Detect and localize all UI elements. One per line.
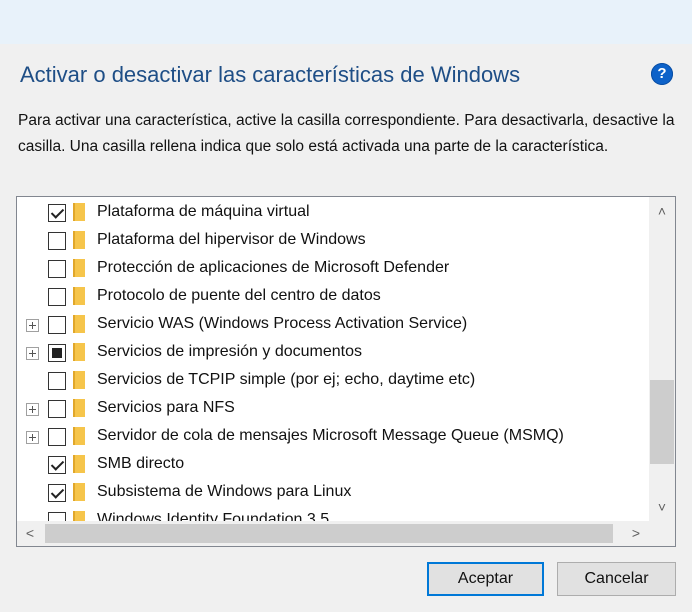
dialog-heading: Activar o desactivar las características… bbox=[20, 62, 521, 87]
feature-row[interactable]: Servidor de cola de mensajes Microsoft M… bbox=[17, 423, 649, 451]
cancel-button[interactable]: Cancelar bbox=[557, 562, 676, 596]
folder-icon bbox=[73, 343, 85, 361]
accept-button[interactable]: Aceptar bbox=[427, 562, 544, 596]
help-icon[interactable]: ? bbox=[651, 63, 673, 85]
dialog-description: Para activar una característica, active … bbox=[18, 112, 675, 155]
folder-icon bbox=[73, 511, 85, 521]
feature-label: Protección de aplicaciones de Microsoft … bbox=[97, 259, 450, 276]
feature-label: Windows Identity Foundation 3.5 bbox=[97, 511, 330, 521]
feature-label: Protocolo de puente del centro de datos bbox=[97, 287, 381, 304]
expand-icon[interactable] bbox=[26, 347, 39, 360]
feature-row[interactable]: Servicios de TCPIP simple (por ej; echo,… bbox=[17, 367, 649, 395]
feature-row[interactable]: Servicio WAS (Windows Process Activation… bbox=[17, 311, 649, 339]
features-list: Plataforma de máquina virtual Plataforma … bbox=[17, 197, 649, 521]
folder-icon bbox=[73, 259, 85, 277]
expand-icon[interactable] bbox=[26, 431, 39, 444]
feature-checkbox[interactable] bbox=[48, 372, 66, 390]
feature-label: Servidor de cola de mensajes Microsoft M… bbox=[97, 427, 564, 444]
horizontal-scrollbar[interactable]: ˂ ˃ bbox=[17, 521, 649, 546]
feature-checkbox[interactable] bbox=[48, 484, 66, 502]
feature-checkbox[interactable] bbox=[48, 456, 66, 474]
expand-icon[interactable] bbox=[26, 319, 39, 332]
scroll-right-icon[interactable]: ˃ bbox=[623, 525, 649, 541]
feature-checkbox[interactable] bbox=[48, 204, 66, 222]
folder-icon bbox=[73, 203, 85, 221]
feature-row[interactable]: Protección de aplicaciones de Microsoft … bbox=[17, 255, 649, 283]
feature-label: Servicios de TCPIP simple (por ej; echo,… bbox=[97, 371, 476, 388]
folder-icon bbox=[73, 455, 85, 473]
feature-checkbox[interactable] bbox=[48, 260, 66, 278]
title-bar bbox=[0, 0, 692, 44]
features-tree[interactable]: Plataforma de máquina virtual Plataforma … bbox=[16, 196, 676, 547]
feature-row[interactable]: Plataforma del hipervisor de Windows bbox=[17, 227, 649, 255]
folder-icon bbox=[73, 427, 85, 445]
feature-checkbox[interactable] bbox=[48, 512, 66, 521]
feature-label: Plataforma del hipervisor de Windows bbox=[97, 231, 366, 248]
folder-icon bbox=[73, 315, 85, 333]
scroll-down-icon[interactable]: ˅ bbox=[649, 499, 675, 515]
vertical-scroll-thumb[interactable] bbox=[650, 380, 674, 464]
vertical-scrollbar[interactable]: ˄ ˅ bbox=[649, 197, 675, 521]
feature-label: Servicio WAS (Windows Process Activation… bbox=[97, 315, 468, 332]
feature-row[interactable]: Protocolo de puente del centro de datos bbox=[17, 283, 649, 311]
feature-checkbox[interactable] bbox=[48, 232, 66, 250]
folder-icon bbox=[73, 399, 85, 417]
folder-icon bbox=[73, 231, 85, 249]
feature-row[interactable]: Plataforma de máquina virtual bbox=[17, 199, 649, 227]
feature-checkbox[interactable] bbox=[48, 288, 66, 306]
feature-checkbox[interactable] bbox=[48, 428, 66, 446]
scroll-up-icon[interactable]: ˄ bbox=[649, 203, 675, 219]
feature-label: Subsistema de Windows para Linux bbox=[97, 483, 352, 500]
scroll-corner bbox=[649, 521, 675, 546]
feature-checkbox[interactable] bbox=[48, 400, 66, 418]
feature-label: SMB directo bbox=[97, 455, 185, 472]
feature-label: Servicios de impresión y documentos bbox=[97, 343, 363, 360]
feature-row[interactable]: Servicios para NFS bbox=[17, 395, 649, 423]
feature-label: Servicios para NFS bbox=[97, 399, 235, 416]
feature-row[interactable]: Subsistema de Windows para Linux bbox=[17, 479, 649, 507]
expand-icon[interactable] bbox=[26, 403, 39, 416]
folder-icon bbox=[73, 483, 85, 501]
horizontal-scroll-thumb[interactable] bbox=[45, 524, 613, 543]
folder-icon bbox=[73, 371, 85, 389]
folder-icon bbox=[73, 287, 85, 305]
feature-checkbox[interactable] bbox=[48, 344, 66, 362]
feature-row[interactable]: Servicios de impresión y documentos bbox=[17, 339, 649, 367]
feature-label: Plataforma de máquina virtual bbox=[97, 203, 310, 220]
feature-row[interactable]: SMB directo bbox=[17, 451, 649, 479]
scroll-left-icon[interactable]: ˂ bbox=[17, 525, 43, 541]
feature-checkbox[interactable] bbox=[48, 316, 66, 334]
feature-row[interactable]: Windows Identity Foundation 3.5 bbox=[17, 507, 649, 521]
